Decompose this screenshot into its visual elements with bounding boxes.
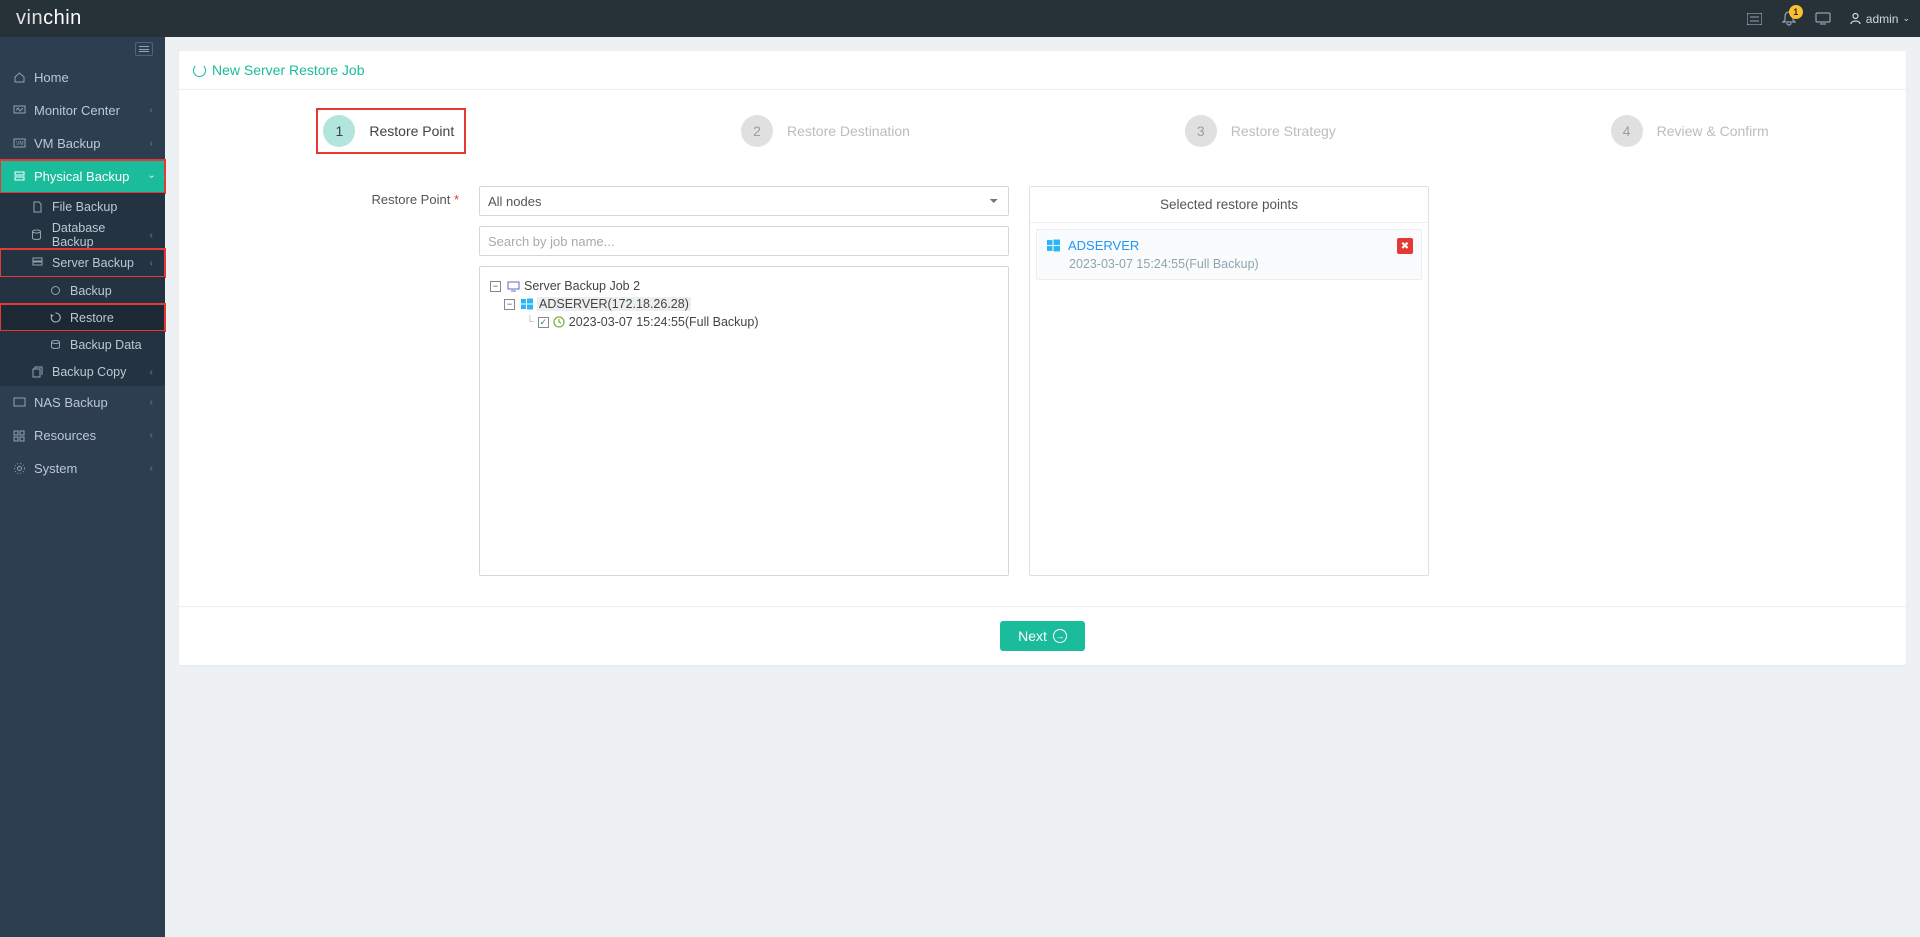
search-input[interactable] <box>479 226 1009 256</box>
chevron-right-icon: ‹ <box>150 138 153 149</box>
chevron-right-icon: ‹ <box>150 367 153 378</box>
tree-collapse-icon[interactable]: − <box>490 281 501 292</box>
panel-header: New Server Restore Job <box>179 51 1906 90</box>
checkbox-checked-icon[interactable]: ✓ <box>538 317 549 328</box>
sidebar-item-backup-copy[interactable]: Backup Copy ‹ <box>0 358 165 386</box>
sidebar-toggle-button[interactable] <box>135 42 153 56</box>
copy-icon <box>30 365 44 379</box>
screen-icon[interactable] <box>1815 11 1831 27</box>
gear-icon <box>12 462 26 476</box>
app-header: vinchin 1 admin ⌄ <box>0 0 1920 37</box>
windows-icon <box>521 298 533 310</box>
chevron-right-icon: ‹ <box>150 463 153 474</box>
arrow-right-icon: → <box>1053 629 1067 643</box>
grid-icon <box>12 429 26 443</box>
selected-item: ADSERVER 2023-03-07 15:24:55(Full Backup… <box>1036 229 1422 280</box>
main-content: New Server Restore Job 1 Restore Point 2… <box>165 37 1920 937</box>
wizard-steps: 1 Restore Point 2 Restore Destination 3 … <box>179 90 1906 172</box>
vm-icon: VM <box>12 137 26 151</box>
chevron-right-icon: ‹ <box>150 105 153 116</box>
remove-selected-button[interactable]: ✖ <box>1397 238 1413 254</box>
sidebar-item-file-backup[interactable]: File Backup <box>0 193 165 221</box>
server-icon <box>12 170 26 184</box>
tree-node-server[interactable]: − ADSERVER(172.18.26.28) <box>490 295 998 313</box>
wizard-step-1[interactable]: 1 Restore Point <box>323 115 454 147</box>
sidebar-item-vm-backup[interactable]: VM VM Backup ‹ <box>0 127 165 160</box>
user-icon <box>1849 12 1862 25</box>
monitor-icon <box>12 104 26 118</box>
restore-icon <box>193 64 206 77</box>
tree-collapse-icon[interactable]: − <box>504 299 515 310</box>
wizard-step-2[interactable]: 2 Restore Destination <box>741 108 910 154</box>
next-button[interactable]: Next → <box>1000 621 1085 651</box>
file-icon <box>30 200 44 214</box>
backup-icon <box>48 284 62 298</box>
tree-node-job[interactable]: − Server Backup Job 2 <box>490 277 998 295</box>
page-title: New Server Restore Job <box>193 62 365 78</box>
tree-elbow-icon: └ <box>526 316 534 328</box>
selected-item-name: ADSERVER <box>1068 238 1139 253</box>
chevron-down-icon: ⌄ <box>1902 13 1910 24</box>
user-menu[interactable]: admin ⌄ <box>1849 12 1910 26</box>
sidebar-item-database-backup[interactable]: Database Backup ‹ <box>0 221 165 249</box>
selected-panel-title: Selected restore points <box>1030 187 1428 223</box>
restore-icon <box>48 311 62 325</box>
chevron-down-icon: › <box>146 175 157 178</box>
notification-badge: 1 <box>1789 5 1803 19</box>
selected-item-detail: 2023-03-07 15:24:55(Full Backup) <box>1047 257 1411 271</box>
database-icon <box>30 228 44 242</box>
nas-icon <box>12 396 26 410</box>
sidebar-item-resources[interactable]: Resources ‹ <box>0 419 165 452</box>
clock-icon <box>553 316 565 328</box>
server-stack-icon <box>30 256 44 270</box>
windows-icon <box>1047 239 1060 252</box>
sidebar: Home Monitor Center ‹ VM VM Backup ‹ Phy… <box>0 37 165 937</box>
sidebar-item-physical-backup[interactable]: Physical Backup › <box>0 160 165 193</box>
sidebar-item-monitor[interactable]: Monitor Center ‹ <box>0 94 165 127</box>
chevron-right-icon: ‹ <box>150 397 153 408</box>
chevron-right-icon: ‹ <box>150 258 153 269</box>
sidebar-item-restore[interactable]: Restore <box>0 304 165 331</box>
sidebar-item-home[interactable]: Home <box>0 61 165 94</box>
tree-node-point[interactable]: └ ✓ 2023-03-07 15:24:55(Full Backup) <box>490 313 998 331</box>
chevron-right-icon: ‹ <box>150 230 153 241</box>
list-icon[interactable] <box>1747 11 1763 27</box>
sidebar-item-server-backup[interactable]: Server Backup ‹ <box>0 249 165 277</box>
brand-logo: vinchin <box>10 7 82 30</box>
selected-panel: Selected restore points ADSERVER 2023-03… <box>1029 186 1429 576</box>
node-select[interactable]: All nodes <box>479 186 1009 216</box>
wizard-step-3[interactable]: 3 Restore Strategy <box>1185 108 1336 154</box>
wizard-step-4[interactable]: 4 Review & Confirm <box>1611 108 1769 154</box>
home-icon <box>12 71 26 85</box>
sidebar-item-nas-backup[interactable]: NAS Backup ‹ <box>0 386 165 419</box>
form-label: Restore Point * <box>279 186 459 576</box>
bell-icon[interactable]: 1 <box>1781 11 1797 27</box>
data-icon <box>48 338 62 352</box>
chevron-right-icon: ‹ <box>150 430 153 441</box>
sidebar-item-backup[interactable]: Backup <box>0 277 165 304</box>
sidebar-item-system[interactable]: System ‹ <box>0 452 165 485</box>
sidebar-item-backup-data[interactable]: Backup Data <box>0 331 165 358</box>
restore-point-tree[interactable]: − Server Backup Job 2 − ADSERVER(172.18.… <box>479 266 1009 576</box>
svg-text:VM: VM <box>16 141 24 147</box>
monitor-icon <box>507 281 520 292</box>
